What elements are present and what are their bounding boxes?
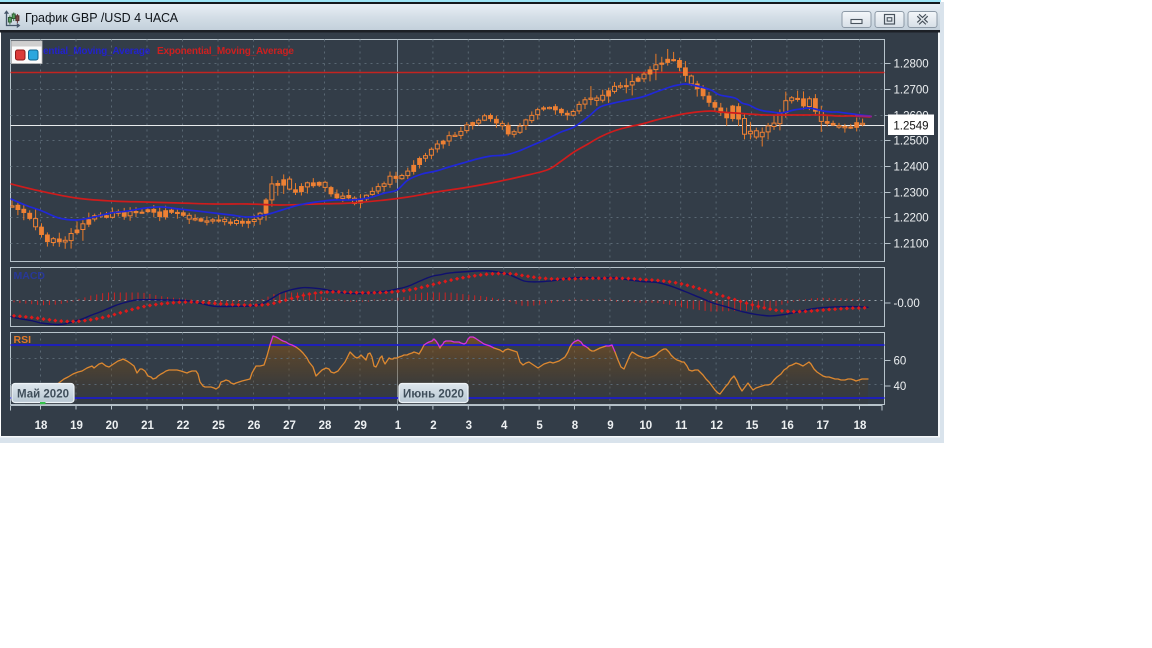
svg-text:11: 11 xyxy=(675,420,688,432)
svg-text:16: 16 xyxy=(781,420,794,432)
svg-text:21: 21 xyxy=(141,420,154,432)
svg-text:8: 8 xyxy=(572,420,579,432)
svg-text:28: 28 xyxy=(319,420,332,432)
svg-text:27: 27 xyxy=(283,420,296,432)
svg-text:1.2700: 1.2700 xyxy=(894,85,929,97)
svg-text:4: 4 xyxy=(501,420,508,432)
svg-text:1.2200: 1.2200 xyxy=(894,213,929,225)
svg-text:19: 19 xyxy=(70,420,83,432)
svg-text:15: 15 xyxy=(746,420,759,432)
svg-text:RSI: RSI xyxy=(14,334,32,346)
svg-text:1: 1 xyxy=(395,420,402,432)
svg-text:1.2400: 1.2400 xyxy=(894,162,929,174)
svg-text:1.2800: 1.2800 xyxy=(894,59,929,71)
svg-text:1.2300: 1.2300 xyxy=(894,188,929,200)
svg-text:12: 12 xyxy=(710,420,723,432)
svg-text:1.2100: 1.2100 xyxy=(894,239,929,251)
svg-text:График GBP /USD 4 ЧАСА: График GBP /USD 4 ЧАСА xyxy=(25,11,179,25)
svg-text:10: 10 xyxy=(639,420,652,432)
svg-text:MACD: MACD xyxy=(14,270,46,282)
svg-text:Май 2020: Май 2020 xyxy=(17,389,69,401)
svg-text:18: 18 xyxy=(35,420,48,432)
svg-text:2: 2 xyxy=(430,420,436,432)
svg-text:20: 20 xyxy=(106,420,119,432)
svg-text:26: 26 xyxy=(248,420,261,432)
svg-text:60: 60 xyxy=(894,356,907,368)
svg-text:5: 5 xyxy=(536,420,543,432)
svg-text:Июнь 2020: Июнь 2020 xyxy=(403,389,464,401)
svg-text:22: 22 xyxy=(177,420,190,432)
svg-text:ential_Moving_Average: ential_Moving_Average xyxy=(43,46,151,57)
svg-text:29: 29 xyxy=(354,420,367,432)
svg-text:25: 25 xyxy=(212,420,225,432)
svg-text:17: 17 xyxy=(816,420,829,432)
svg-text:1.2500: 1.2500 xyxy=(894,136,929,148)
svg-text:-0.00: -0.00 xyxy=(894,298,920,310)
svg-text:Exponential_Moving_Average: Exponential_Moving_Average xyxy=(157,46,294,57)
svg-text:40: 40 xyxy=(894,381,907,393)
svg-text:18: 18 xyxy=(854,420,867,432)
svg-text:9: 9 xyxy=(607,420,613,432)
svg-text:3: 3 xyxy=(466,420,472,432)
svg-text:1.2549: 1.2549 xyxy=(893,121,928,133)
